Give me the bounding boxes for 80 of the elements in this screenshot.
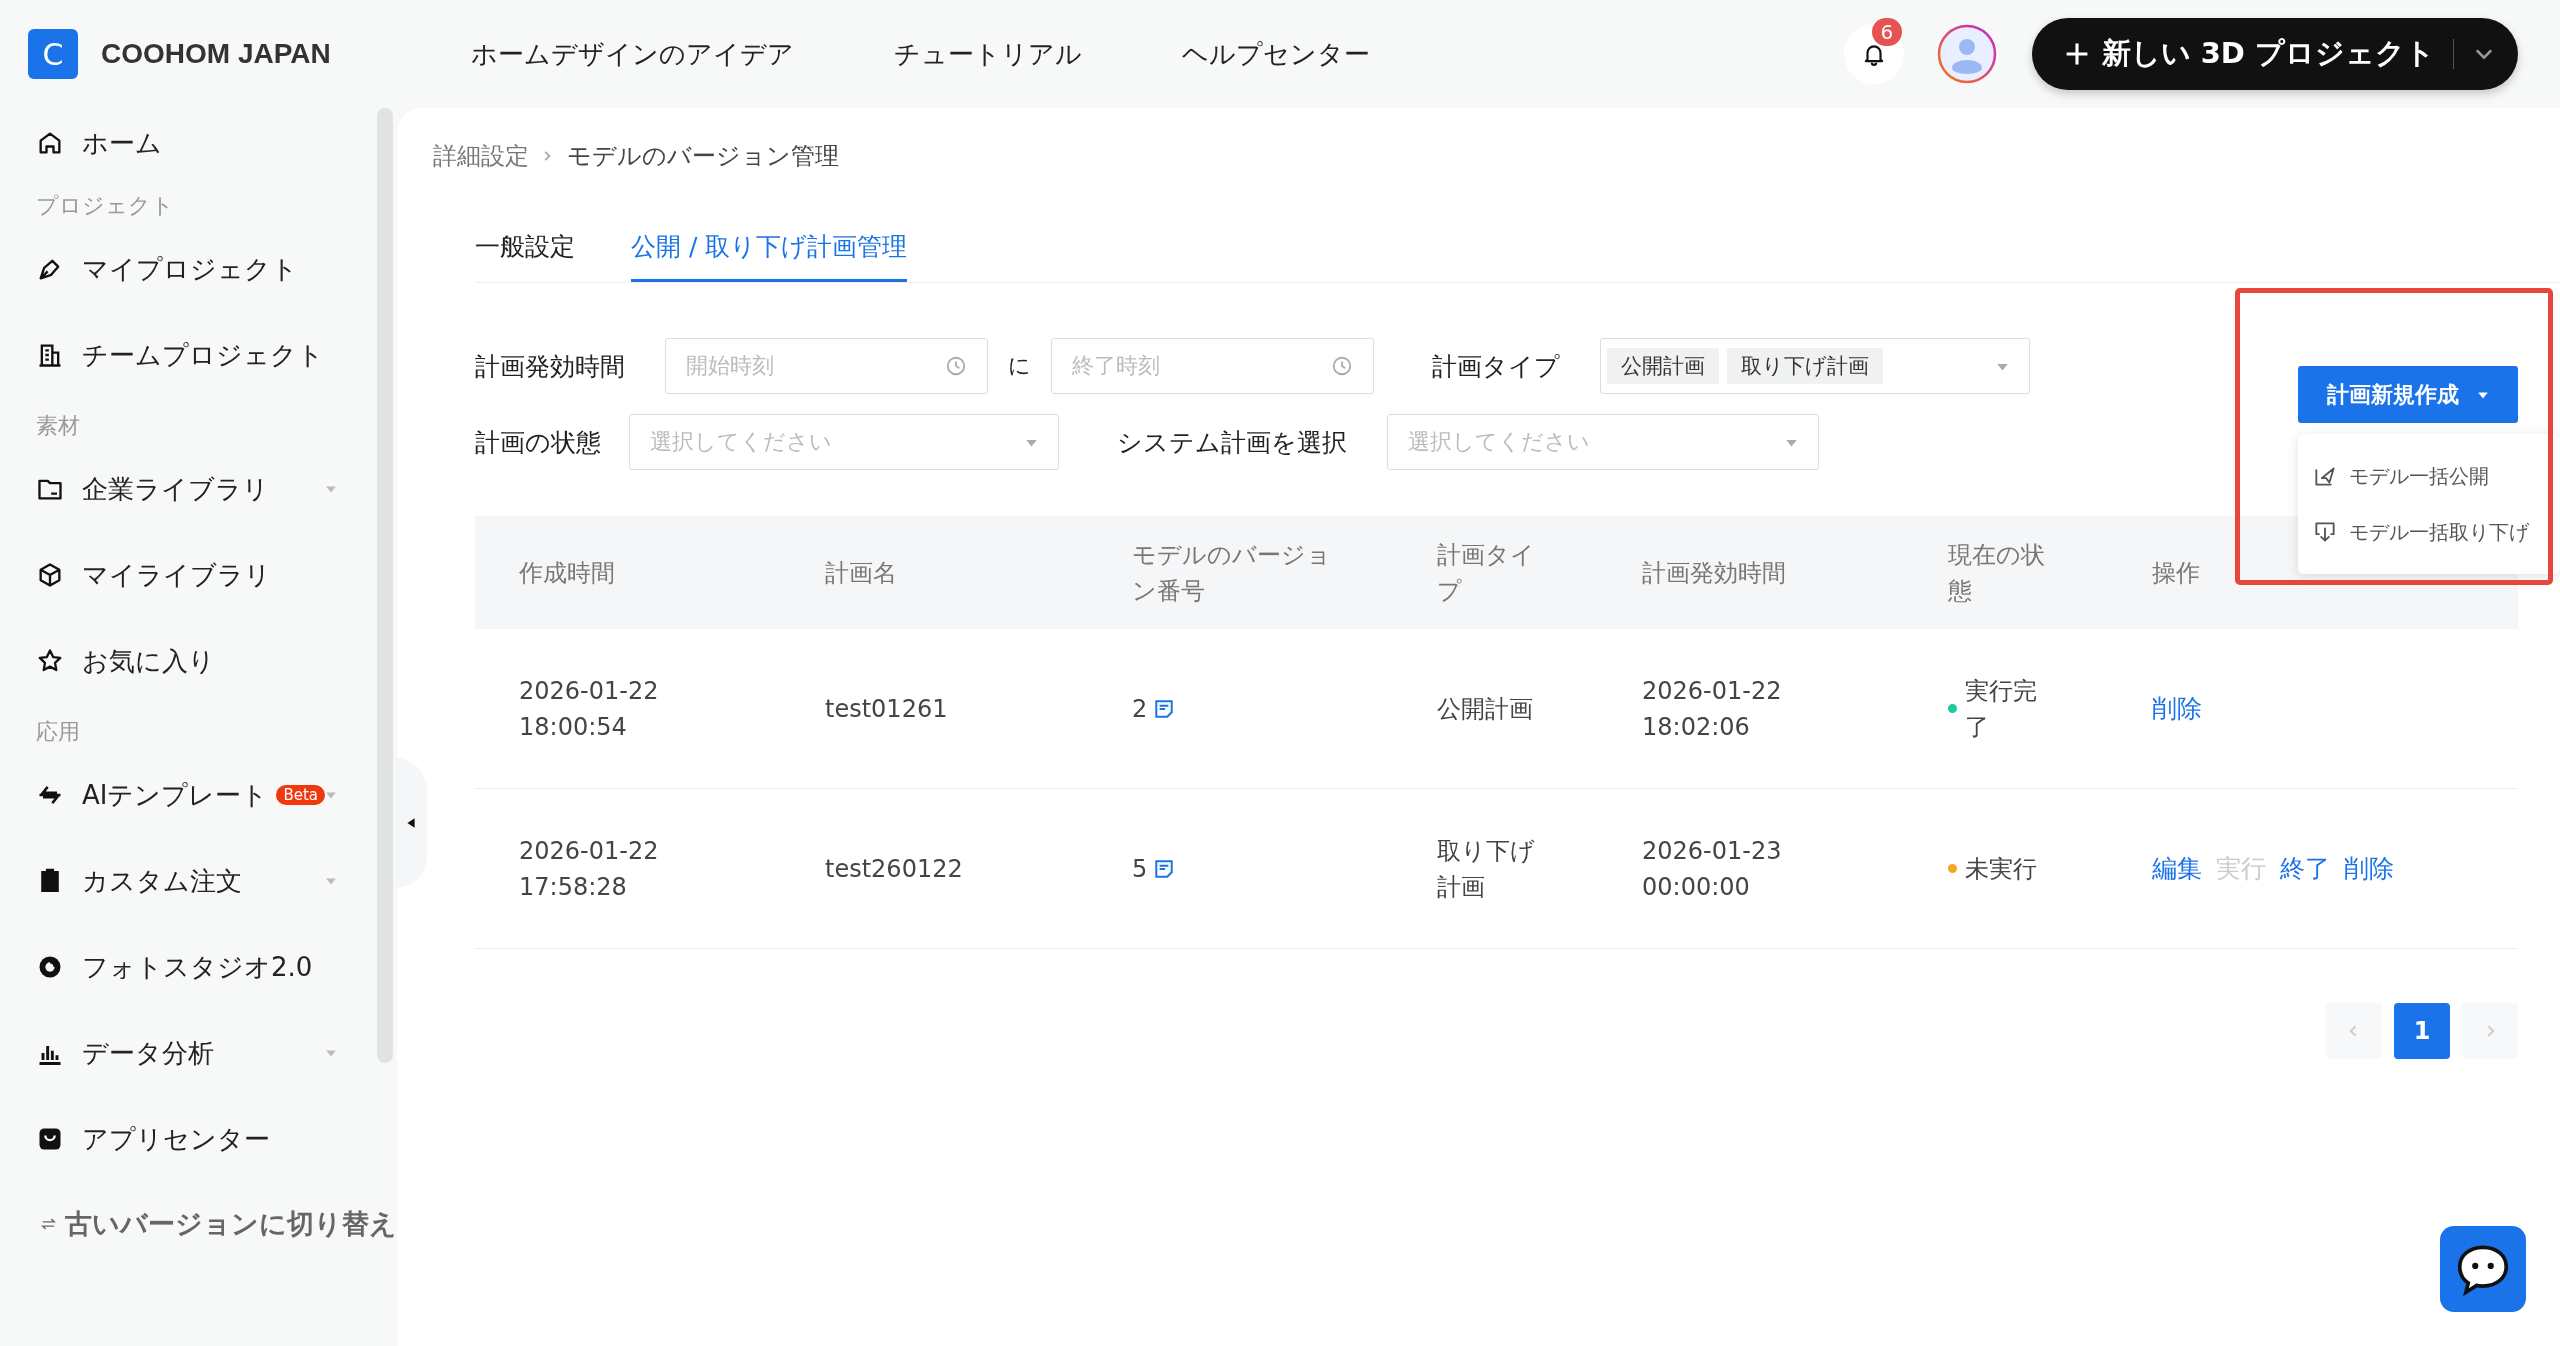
menu-item[interactable]: モデル一括取り下げ <box>2298 504 2560 560</box>
range-separator: に <box>1008 352 1031 380</box>
notification-badge: 6 <box>1871 18 1903 46</box>
action-link[interactable]: 終了 <box>2280 850 2330 887</box>
sidebar-label: ホーム <box>82 126 162 160</box>
action-link[interactable]: 削除 <box>2344 850 2394 887</box>
breadcrumb-item: モデルのバージョン管理 <box>567 141 839 172</box>
breadcrumb-item[interactable]: 詳細設定 <box>433 140 529 172</box>
page-button[interactable]: 1 <box>2394 1003 2450 1059</box>
status-text: 未実行 <box>1965 853 2037 885</box>
brand-name: COOHOM JAPAN <box>101 38 331 70</box>
sidebar-heading: 応用 <box>35 718 81 746</box>
sidebar-label: データ分析 <box>82 1036 214 1070</box>
sidebar-item[interactable]: 企業ライブラリ <box>0 446 397 532</box>
sidebar-item[interactable]: ホーム <box>0 108 397 178</box>
clock-icon <box>945 355 967 377</box>
new-plan-button[interactable]: 計画新規作成 <box>2298 366 2518 423</box>
action-link[interactable]: 削除 <box>2152 690 2202 727</box>
filter-label: システム計画を選択 <box>1117 426 1347 459</box>
table-cell-text: 2026-01-23 00:00:00 <box>1642 835 1783 903</box>
sidebar-item[interactable]: フォトスタジオ2.0 <box>0 924 397 1010</box>
sidebar-label: チームプロジェクト <box>82 338 324 372</box>
note-icon[interactable] <box>1153 857 1176 880</box>
column-header: 計画名 <box>825 557 898 589</box>
table-cell-text: 取り下げ計画 <box>1437 835 1536 903</box>
selected-tag: 取り下げ計画 <box>1727 348 1883 384</box>
sidebar-label: マイプロジェクト <box>82 252 298 286</box>
switch-version-link[interactable]: 古いバージョンに切り替え <box>0 1206 397 1242</box>
column-header: 計画タイプ <box>1437 539 1536 607</box>
sidebar-label: フォトスタジオ2.0 <box>82 950 313 984</box>
table-cell-text: 公開計画 <box>1437 693 1534 725</box>
sidebar-label: お気に入り <box>82 644 215 678</box>
new-project-button[interactable]: 新しい 3D プロジェクト <box>2031 18 2518 90</box>
sidebar-item[interactable]: お気に入り <box>0 618 397 704</box>
table-cell-text: 2026-01-22 18:00:54 <box>519 675 660 743</box>
table-cell-text: test260122 <box>825 853 964 885</box>
sidebar-item[interactable]: アプリセンター <box>0 1096 397 1182</box>
nav-link[interactable]: ホームデザインのアイデア <box>470 36 794 72</box>
tab[interactable]: 一般設定 <box>475 230 575 282</box>
table-cell-text: 2026-01-22 18:02:06 <box>1642 675 1783 743</box>
sidebar-label: AIテンプレート <box>82 778 269 812</box>
sidebar-item[interactable]: カスタム注文 <box>0 838 397 924</box>
sidebar-label: マイライブラリ <box>82 558 271 592</box>
filter-label: 計画タイプ <box>1432 350 1560 383</box>
clock-icon <box>1331 355 1353 377</box>
sidebar-heading: 素材 <box>35 412 81 440</box>
table-cell-text: test01261 <box>825 693 949 725</box>
table-cell-text: 5 <box>1132 853 1148 885</box>
filter-label: 計画発効時間 <box>475 350 625 383</box>
sidebar-item[interactable]: マイライブラリ <box>0 532 397 618</box>
column-header: 現在の状態 <box>1948 539 2046 607</box>
sidebar-label: アプリセンター <box>82 1122 270 1156</box>
menu-item[interactable]: モデル一括公開 <box>2298 448 2560 504</box>
sidebar-item[interactable]: AIテンプレート Beta <box>0 752 397 838</box>
logo-icon: C <box>28 29 78 79</box>
sidebar-label: 企業ライブラリ <box>82 472 269 506</box>
note-icon[interactable] <box>1153 697 1176 720</box>
beta-badge: Beta <box>276 785 326 805</box>
action-link[interactable]: 編集 <box>2152 850 2202 887</box>
sidebar-item[interactable]: データ分析 <box>0 1010 397 1096</box>
sidebar-heading: プロジェクト <box>35 192 175 220</box>
chat-button[interactable] <box>2440 1226 2526 1312</box>
nav-link[interactable]: ヘルプセンター <box>1181 36 1370 72</box>
sidebar-item[interactable]: チームプロジェクト <box>0 312 397 398</box>
table-cell-text: 2 <box>1132 693 1148 725</box>
selected-tag: 公開計画 <box>1607 348 1719 384</box>
sidebar-label: カスタム注文 <box>82 864 242 898</box>
column-header: 作成時間 <box>519 557 616 589</box>
table-cell-text: 2026-01-22 17:58:28 <box>519 835 660 903</box>
nav-link[interactable]: チュートリアル <box>893 36 1082 72</box>
column-header: 計画発効時間 <box>1642 557 1787 589</box>
tab[interactable]: 公開 / 取り下げ計画管理 <box>631 230 908 282</box>
column-header: モデルのバージョン番号 <box>1132 539 1332 607</box>
avatar-icon[interactable] <box>1936 24 1997 84</box>
plan-type-select[interactable]: 公開計画 取り下げ計画 <box>1600 338 2030 394</box>
column-header: 操作 <box>2152 557 2201 589</box>
filter-label: 計画の状態 <box>475 426 601 459</box>
triangle-left-icon <box>405 817 417 829</box>
status-text: 実行完了 <box>1965 675 2038 743</box>
sidebar-item[interactable]: マイプロジェクト <box>0 226 397 312</box>
